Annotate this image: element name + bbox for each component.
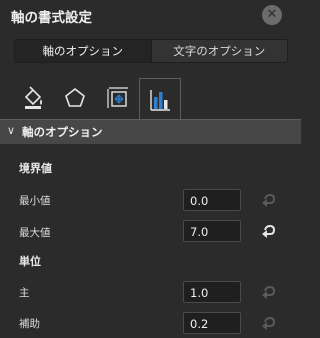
tab-text-options[interactable]: 文字のオプション xyxy=(150,40,288,62)
option-segmented-control: 軸のオプション 文字のオプション xyxy=(14,39,288,63)
major-unit-label: 主 xyxy=(19,287,30,299)
panel-title: 軸の書式設定 xyxy=(11,10,92,26)
tab-axis-options-icon[interactable] xyxy=(139,78,181,121)
minimum-input[interactable]: 0.0 xyxy=(183,189,241,211)
section-title: 軸のオプション xyxy=(22,125,103,139)
units-heading: 単位 xyxy=(19,255,41,268)
maximum-label: 最大値 xyxy=(19,227,51,239)
minimum-label: 最小値 xyxy=(19,195,51,207)
reset-icon[interactable] xyxy=(259,315,277,331)
reset-icon[interactable] xyxy=(259,192,277,208)
close-icon: ✕ xyxy=(266,7,278,22)
major-unit-input[interactable]: 1.0 xyxy=(183,281,241,303)
minor-unit-label: 補助 xyxy=(19,318,40,330)
size-properties-icon xyxy=(107,87,128,108)
tab-effects[interactable] xyxy=(55,78,95,118)
bounds-heading: 境界値 xyxy=(19,162,52,175)
axis-options-section-header[interactable]: ∨ 軸のオプション xyxy=(0,120,301,144)
pentagon-icon xyxy=(65,87,85,107)
close-button[interactable]: ✕ xyxy=(262,5,282,25)
chevron-down-icon: ∨ xyxy=(7,124,16,137)
reset-icon[interactable] xyxy=(259,284,277,300)
minor-unit-input[interactable]: 0.2 xyxy=(183,312,241,334)
tab-fill-line[interactable] xyxy=(13,78,53,118)
tab-axis-options[interactable]: 軸のオプション xyxy=(15,40,151,62)
reset-icon[interactable] xyxy=(259,223,277,239)
fill-line-icon xyxy=(24,86,42,109)
bar-chart-icon xyxy=(150,90,170,111)
tab-size-properties[interactable] xyxy=(98,78,138,118)
maximum-input[interactable]: 7.0 xyxy=(183,220,241,242)
